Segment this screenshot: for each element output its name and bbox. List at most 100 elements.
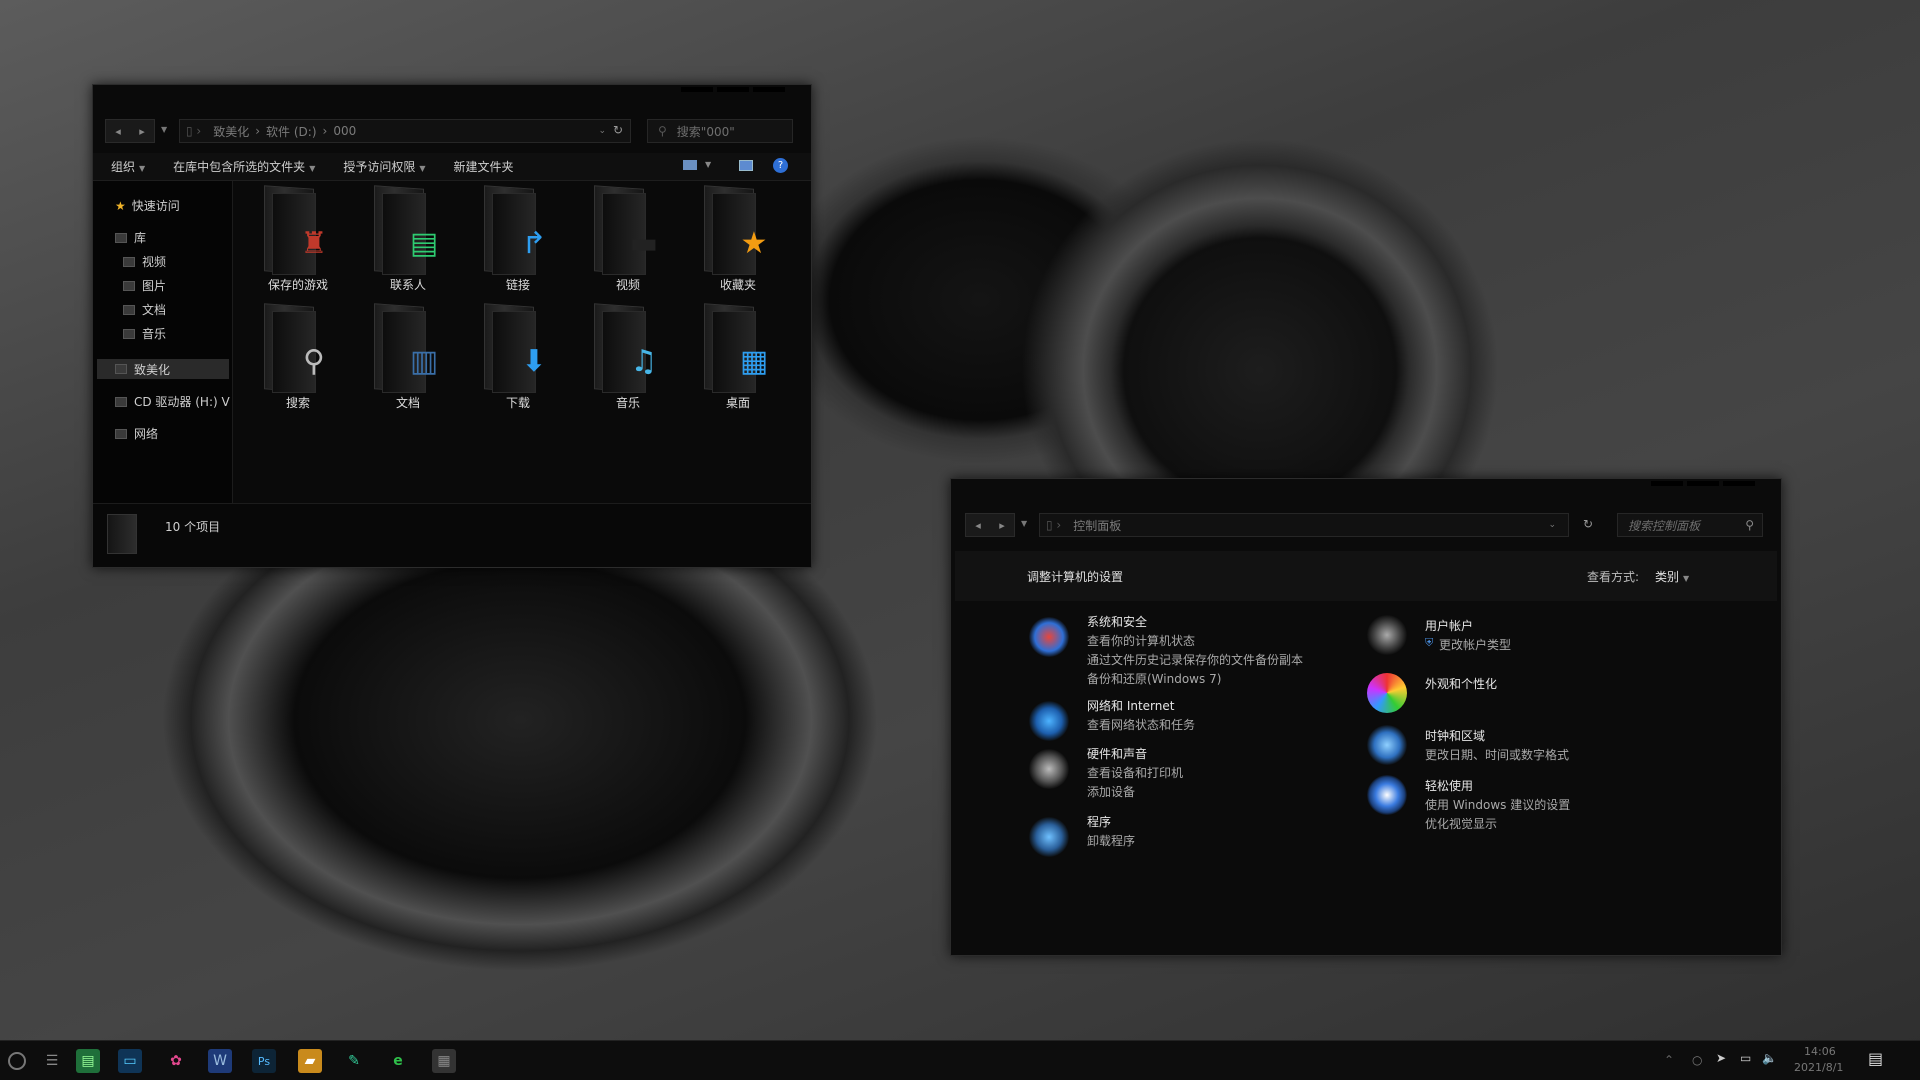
category-link[interactable]: 添加设备 <box>1087 783 1135 800</box>
category-title[interactable]: 程序 <box>1087 813 1111 830</box>
clock-globe-icon[interactable] <box>1367 725 1407 765</box>
organize-menu[interactable]: 组织 ▼ <box>111 158 145 175</box>
close-button[interactable] <box>1723 481 1755 486</box>
app-flower-icon[interactable]: ✿ <box>164 1049 188 1073</box>
category-link[interactable]: 卸载程序 <box>1087 832 1135 849</box>
category-title[interactable]: 时钟和区域 <box>1425 727 1485 744</box>
app-word-icon[interactable]: W <box>208 1049 232 1073</box>
category-link[interactable]: 查看设备和打印机 <box>1087 764 1183 781</box>
app-file-explorer-icon[interactable]: ▰ <box>298 1049 322 1073</box>
category-title[interactable]: 网络和 Internet <box>1087 697 1174 714</box>
folder-item[interactable]: ⚲ 搜索 <box>243 303 353 411</box>
view-by-dropdown[interactable]: 类别 ▼ <box>1655 568 1689 585</box>
folder-item[interactable]: ▬ 视频 <box>573 185 683 293</box>
app-photoshop-icon[interactable]: Ps <box>252 1049 276 1073</box>
view-options-icon[interactable] <box>683 160 697 170</box>
minimize-button[interactable] <box>681 87 713 92</box>
start-icon[interactable] <box>8 1052 26 1070</box>
app-explorer-window-icon[interactable]: ▭ <box>118 1049 142 1073</box>
forward-arrow-icon[interactable]: ▸ <box>990 514 1014 536</box>
category-title[interactable]: 外观和个性化 <box>1425 675 1497 692</box>
address-bar[interactable]: ▯ › 致美化 › 软件 (D:) › 000 ⌄ <box>179 119 631 143</box>
folder-item[interactable]: ⬇ 下载 <box>463 303 573 411</box>
clock-time[interactable]: 14:06 <box>1804 1045 1836 1058</box>
category-link[interactable]: 使用 Windows 建议的设置 <box>1425 796 1570 813</box>
recent-dropdown-icon[interactable]: ▼ <box>1021 519 1027 528</box>
refresh-icon[interactable]: ↻ <box>1583 517 1593 531</box>
navigation-pane: ★ 快速访问 库 视频 图片 文档 音乐 致美化 CD 驱动器 (H:) V 网络 <box>93 181 233 503</box>
folder-item[interactable]: ▦ 桌面 <box>683 303 793 411</box>
network-status-icon[interactable]: ▭ <box>1740 1051 1751 1065</box>
maximize-button[interactable] <box>717 87 749 92</box>
breadcrumb-item[interactable]: 000 <box>333 124 356 138</box>
preview-pane-icon[interactable] <box>739 160 753 171</box>
nav-item-zhimeihua[interactable]: 致美化 <box>97 359 229 379</box>
new-folder-button[interactable]: 新建文件夹 <box>454 158 514 175</box>
back-arrow-icon[interactable]: ◂ <box>966 514 990 536</box>
minimize-button[interactable] <box>1651 481 1683 486</box>
category-title[interactable]: 用户帐户 <box>1425 617 1473 634</box>
category-link[interactable]: 更改帐户类型 <box>1439 636 1511 653</box>
notification-icon[interactable]: ▤ <box>1868 1049 1883 1068</box>
breadcrumb-item[interactable]: 控制面板 <box>1073 517 1121 534</box>
category-title[interactable]: 系统和安全 <box>1087 613 1147 630</box>
chevron-down-icon[interactable]: ⌄ <box>1548 520 1556 530</box>
include-in-library-menu[interactable]: 在库中包含所选的文件夹 ▼ <box>173 158 315 175</box>
chevron-down-icon[interactable]: ⌄ <box>598 126 606 136</box>
nav-item-cd-drive[interactable]: CD 驱动器 (H:) V <box>115 393 231 410</box>
tray-send-icon[interactable]: ➤ <box>1716 1051 1726 1065</box>
category-link[interactable]: 优化视觉显示 <box>1425 815 1497 832</box>
share-with-menu[interactable]: 授予访问权限 ▼ <box>343 158 425 175</box>
nav-item-quick-access[interactable]: ★ 快速访问 <box>115 197 180 214</box>
category-link[interactable]: 备份和还原(Windows 7) <box>1087 670 1221 687</box>
close-button[interactable] <box>753 87 785 92</box>
tray-circle-icon[interactable]: ○ <box>1692 1053 1702 1067</box>
category-link[interactable]: 通过文件历史记录保存你的文件备份副本 <box>1087 651 1303 668</box>
volume-icon[interactable]: 🔈 <box>1762 1051 1777 1065</box>
search-input[interactable]: ⚲ 搜索"000" <box>647 119 793 143</box>
help-icon[interactable]: ? <box>773 158 788 173</box>
nav-item-network[interactable]: 网络 <box>115 425 158 442</box>
accessibility-icon[interactable] <box>1367 775 1407 815</box>
category-link[interactable]: 查看你的计算机状态 <box>1087 632 1195 649</box>
nav-item-pictures[interactable]: 图片 <box>123 277 166 294</box>
users-icon[interactable] <box>1367 615 1407 655</box>
nav-item-documents[interactable]: 文档 <box>123 301 166 318</box>
app-edge-icon[interactable]: e <box>386 1049 410 1073</box>
recent-dropdown-icon[interactable]: ▼ <box>161 125 167 134</box>
nav-item-videos[interactable]: 视频 <box>123 253 166 270</box>
folder-item[interactable]: ★ 收藏夹 <box>683 185 793 293</box>
app-notepad-icon[interactable]: ✎ <box>342 1049 366 1073</box>
tray-overflow-icon[interactable]: ⌃ <box>1664 1053 1674 1067</box>
programs-icon[interactable] <box>1029 817 1069 857</box>
category-title[interactable]: 轻松使用 <box>1425 777 1473 794</box>
app-sheets-icon[interactable]: ▤ <box>76 1049 100 1073</box>
folder-item[interactable]: ▥ 文档 <box>353 303 463 411</box>
category-link[interactable]: 查看网络状态和任务 <box>1087 716 1195 733</box>
app-generic-icon[interactable]: ▦ <box>432 1049 456 1073</box>
maximize-button[interactable] <box>1687 481 1719 486</box>
folder-item[interactable]: ▤ 联系人 <box>353 185 463 293</box>
nav-item-libraries[interactable]: 库 <box>115 229 146 246</box>
category-link[interactable]: 更改日期、时间或数字格式 <box>1425 746 1569 763</box>
clock-date[interactable]: 2021/8/1 <box>1794 1061 1843 1074</box>
chevron-down-icon[interactable]: ▼ <box>705 160 711 169</box>
breadcrumb-item[interactable]: 致美化 <box>213 123 249 140</box>
folder-item[interactable]: ♫ 音乐 <box>573 303 683 411</box>
search-input[interactable]: 搜索控制面板 ⚲ <box>1617 513 1763 537</box>
folder-item[interactable]: ↱ 链接 <box>463 185 573 293</box>
task-view-icon[interactable]: ☰ <box>40 1049 64 1073</box>
category-title[interactable]: 硬件和声音 <box>1087 745 1147 762</box>
refresh-icon[interactable]: ↻ <box>613 123 623 137</box>
folder-item[interactable]: ♜ 保存的游戏 <box>243 185 353 293</box>
shield-icon[interactable] <box>1029 617 1069 657</box>
appearance-icon[interactable] <box>1367 673 1407 713</box>
nav-item-music[interactable]: 音乐 <box>123 325 166 342</box>
forward-arrow-icon[interactable]: ▸ <box>130 120 154 142</box>
address-bar[interactable]: ▯ › 控制面板 ⌄ <box>1039 513 1569 537</box>
network-icon[interactable] <box>1029 701 1069 741</box>
hardware-icon[interactable] <box>1029 749 1069 789</box>
category-list-left: 系统和安全查看你的计算机状态通过文件历史记录保存你的文件备份副本 备份和还原(Wi… <box>1029 613 1359 913</box>
breadcrumb-item[interactable]: 软件 (D:) <box>266 123 316 140</box>
back-arrow-icon[interactable]: ◂ <box>106 120 130 142</box>
